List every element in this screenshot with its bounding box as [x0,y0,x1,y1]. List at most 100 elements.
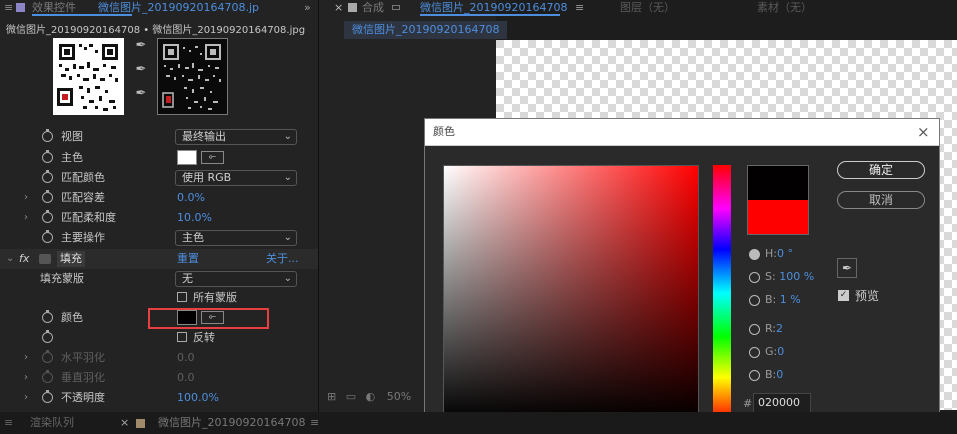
invert-checkbox[interactable] [177,332,187,342]
eyedropper-subtract-icon[interactable]: ✒ [131,82,151,104]
green-value[interactable]: 0 [777,345,784,358]
opacity-label: 不透明度 [61,391,105,404]
dialog-titlebar[interactable]: 颜色 × [425,119,939,146]
red-field[interactable]: R:2 [765,322,783,335]
comp-subtab[interactable]: 微信图片_20190920164708 [344,21,508,39]
fill-mask-label: 填充蒙版 [40,272,84,285]
match-softness-row: › 匹配柔和度 10.0% [0,208,318,228]
match-tolerance-label: 匹配容差 [61,191,105,204]
stopwatch-icon[interactable] [42,230,53,243]
mask-icon[interactable]: ◐ [366,390,376,403]
match-tolerance-value[interactable]: 0.0% [177,188,205,208]
twirl-arrow-icon[interactable]: › [24,348,32,368]
about-link[interactable]: 关于... [266,249,299,269]
key-color-swatch[interactable] [177,150,197,165]
stopwatch-icon[interactable] [42,129,53,142]
tab-effect-file[interactable]: 微信图片_20190920164708.jp [98,0,308,15]
active-tab-indicator [32,14,132,16]
key-operation-row: 主要操作 主色 ⌄ [0,228,318,248]
tab-render-queue[interactable]: 渲染队列 [30,412,74,434]
red-value[interactable]: 2 [776,322,783,335]
blue-value[interactable]: 0 [776,368,783,381]
match-colors-dropdown[interactable]: 使用 RGB ⌄ [175,170,297,186]
stopwatch-icon[interactable] [42,170,53,183]
hue-radio[interactable] [749,249,760,260]
red-radio[interactable] [749,324,760,335]
v-feather-row: › 垂直羽化 0.0 [0,368,318,388]
tab-timeline[interactable]: 微信图片_20190920164708 [158,412,305,434]
all-masks-label: 所有蒙版 [193,291,237,304]
hue-slider[interactable] [713,165,731,421]
green-radio[interactable] [749,347,760,358]
all-masks-checkbox[interactable] [177,292,187,302]
green-field[interactable]: G:0 [765,345,784,358]
close-icon[interactable]: × [917,119,930,145]
snapshot-icon[interactable]: ⊞ [327,390,336,403]
reset-link[interactable]: 重置 [177,249,199,269]
view-dropdown[interactable]: 最终输出 ⌄ [175,129,297,145]
fill-mask-dropdown[interactable]: 无 ⌄ [175,271,297,287]
panel-expand-icon[interactable]: » [304,0,311,15]
stopwatch-icon[interactable] [42,330,53,343]
lock-icon[interactable] [392,5,400,10]
view-value: 最终输出 [182,130,226,143]
brightness-radio[interactable] [749,295,760,306]
panel-menu-icon[interactable]: ≡ [575,0,584,15]
stopwatch-icon[interactable] [42,310,53,323]
key-operation-label: 主要操作 [61,231,105,244]
saturation-value[interactable]: 100 % [779,270,814,283]
blue-label: B: [765,368,777,381]
twirl-arrow-icon[interactable]: › [24,388,32,408]
eyedropper-icon[interactable]: ✒ [837,258,857,278]
panel-menu-icon[interactable]: ≡ [310,412,319,434]
preview-label: 预览 [855,289,880,303]
twirl-arrow-icon[interactable]: › [24,208,32,228]
ok-button[interactable]: 确定 [837,161,925,179]
fill-effect-name[interactable]: 填充 [57,251,85,267]
eyedropper-add-icon[interactable]: ✒ [131,58,151,80]
hex-input[interactable]: 020000 [753,393,811,413]
hue-field[interactable]: H:0 ° [765,247,793,260]
blue-radio[interactable] [749,370,760,381]
close-icon[interactable]: × [334,0,343,15]
cancel-button[interactable]: 取消 [837,191,925,209]
eyedropper-icon[interactable]: ⟜ [201,151,224,164]
twirl-arrow-icon[interactable]: › [24,188,32,208]
display-icon[interactable]: ▭ [346,390,356,403]
zoom-level[interactable]: 50% [387,390,411,403]
effect-icon [39,254,51,264]
tab-composition[interactable]: 合成 [362,0,384,15]
match-softness-value[interactable]: 10.0% [177,208,212,228]
panel-menu-icon[interactable]: ≡ [4,412,13,434]
highlight-box [148,308,269,329]
twirl-down-icon[interactable]: ⌄ [6,249,14,269]
stopwatch-icon[interactable] [42,210,53,223]
brightness-value[interactable]: 1 % [780,293,801,306]
tab-footage[interactable]: 素材（无） [757,0,812,15]
tab-effect-controls[interactable]: 效果控件 [32,0,76,15]
brightness-field[interactable]: B: 1 % [765,293,801,306]
opacity-value[interactable]: 100.0% [177,388,219,408]
close-icon[interactable]: × [120,412,129,434]
stopwatch-icon[interactable] [42,150,53,163]
key-color-label: 主色 [61,151,83,164]
twirl-arrow-icon[interactable]: › [24,368,32,388]
fill-effect-header: ⌄ fx 填充 重置 关于... [0,249,318,269]
hue-value[interactable]: 0 ° [777,247,793,260]
stopwatch-icon[interactable] [42,390,53,403]
match-colors-value: 使用 RGB [182,171,232,184]
saturation-radio[interactable] [749,272,760,283]
fx-toggle[interactable]: fx [19,249,29,269]
tab-layer[interactable]: 图层（无） [620,0,675,15]
preview-checkbox[interactable]: ✓ [838,290,849,301]
blue-field[interactable]: B:0 [765,368,783,381]
tab-composition-name[interactable]: 微信图片_20190920164708 [420,0,567,15]
saturation-brightness-field[interactable] [443,165,699,421]
panel-menu-icon[interactable]: ≡ [4,0,13,15]
key-operation-dropdown[interactable]: 主色 ⌄ [175,230,297,246]
stopwatch-icon[interactable] [42,190,53,203]
eyedropper-icon[interactable]: ✒ [131,34,151,56]
key-color-row: 主色 ⟜ [0,148,318,168]
saturation-field[interactable]: S: 100 % [765,270,814,283]
old-color-swatch[interactable] [748,200,808,234]
